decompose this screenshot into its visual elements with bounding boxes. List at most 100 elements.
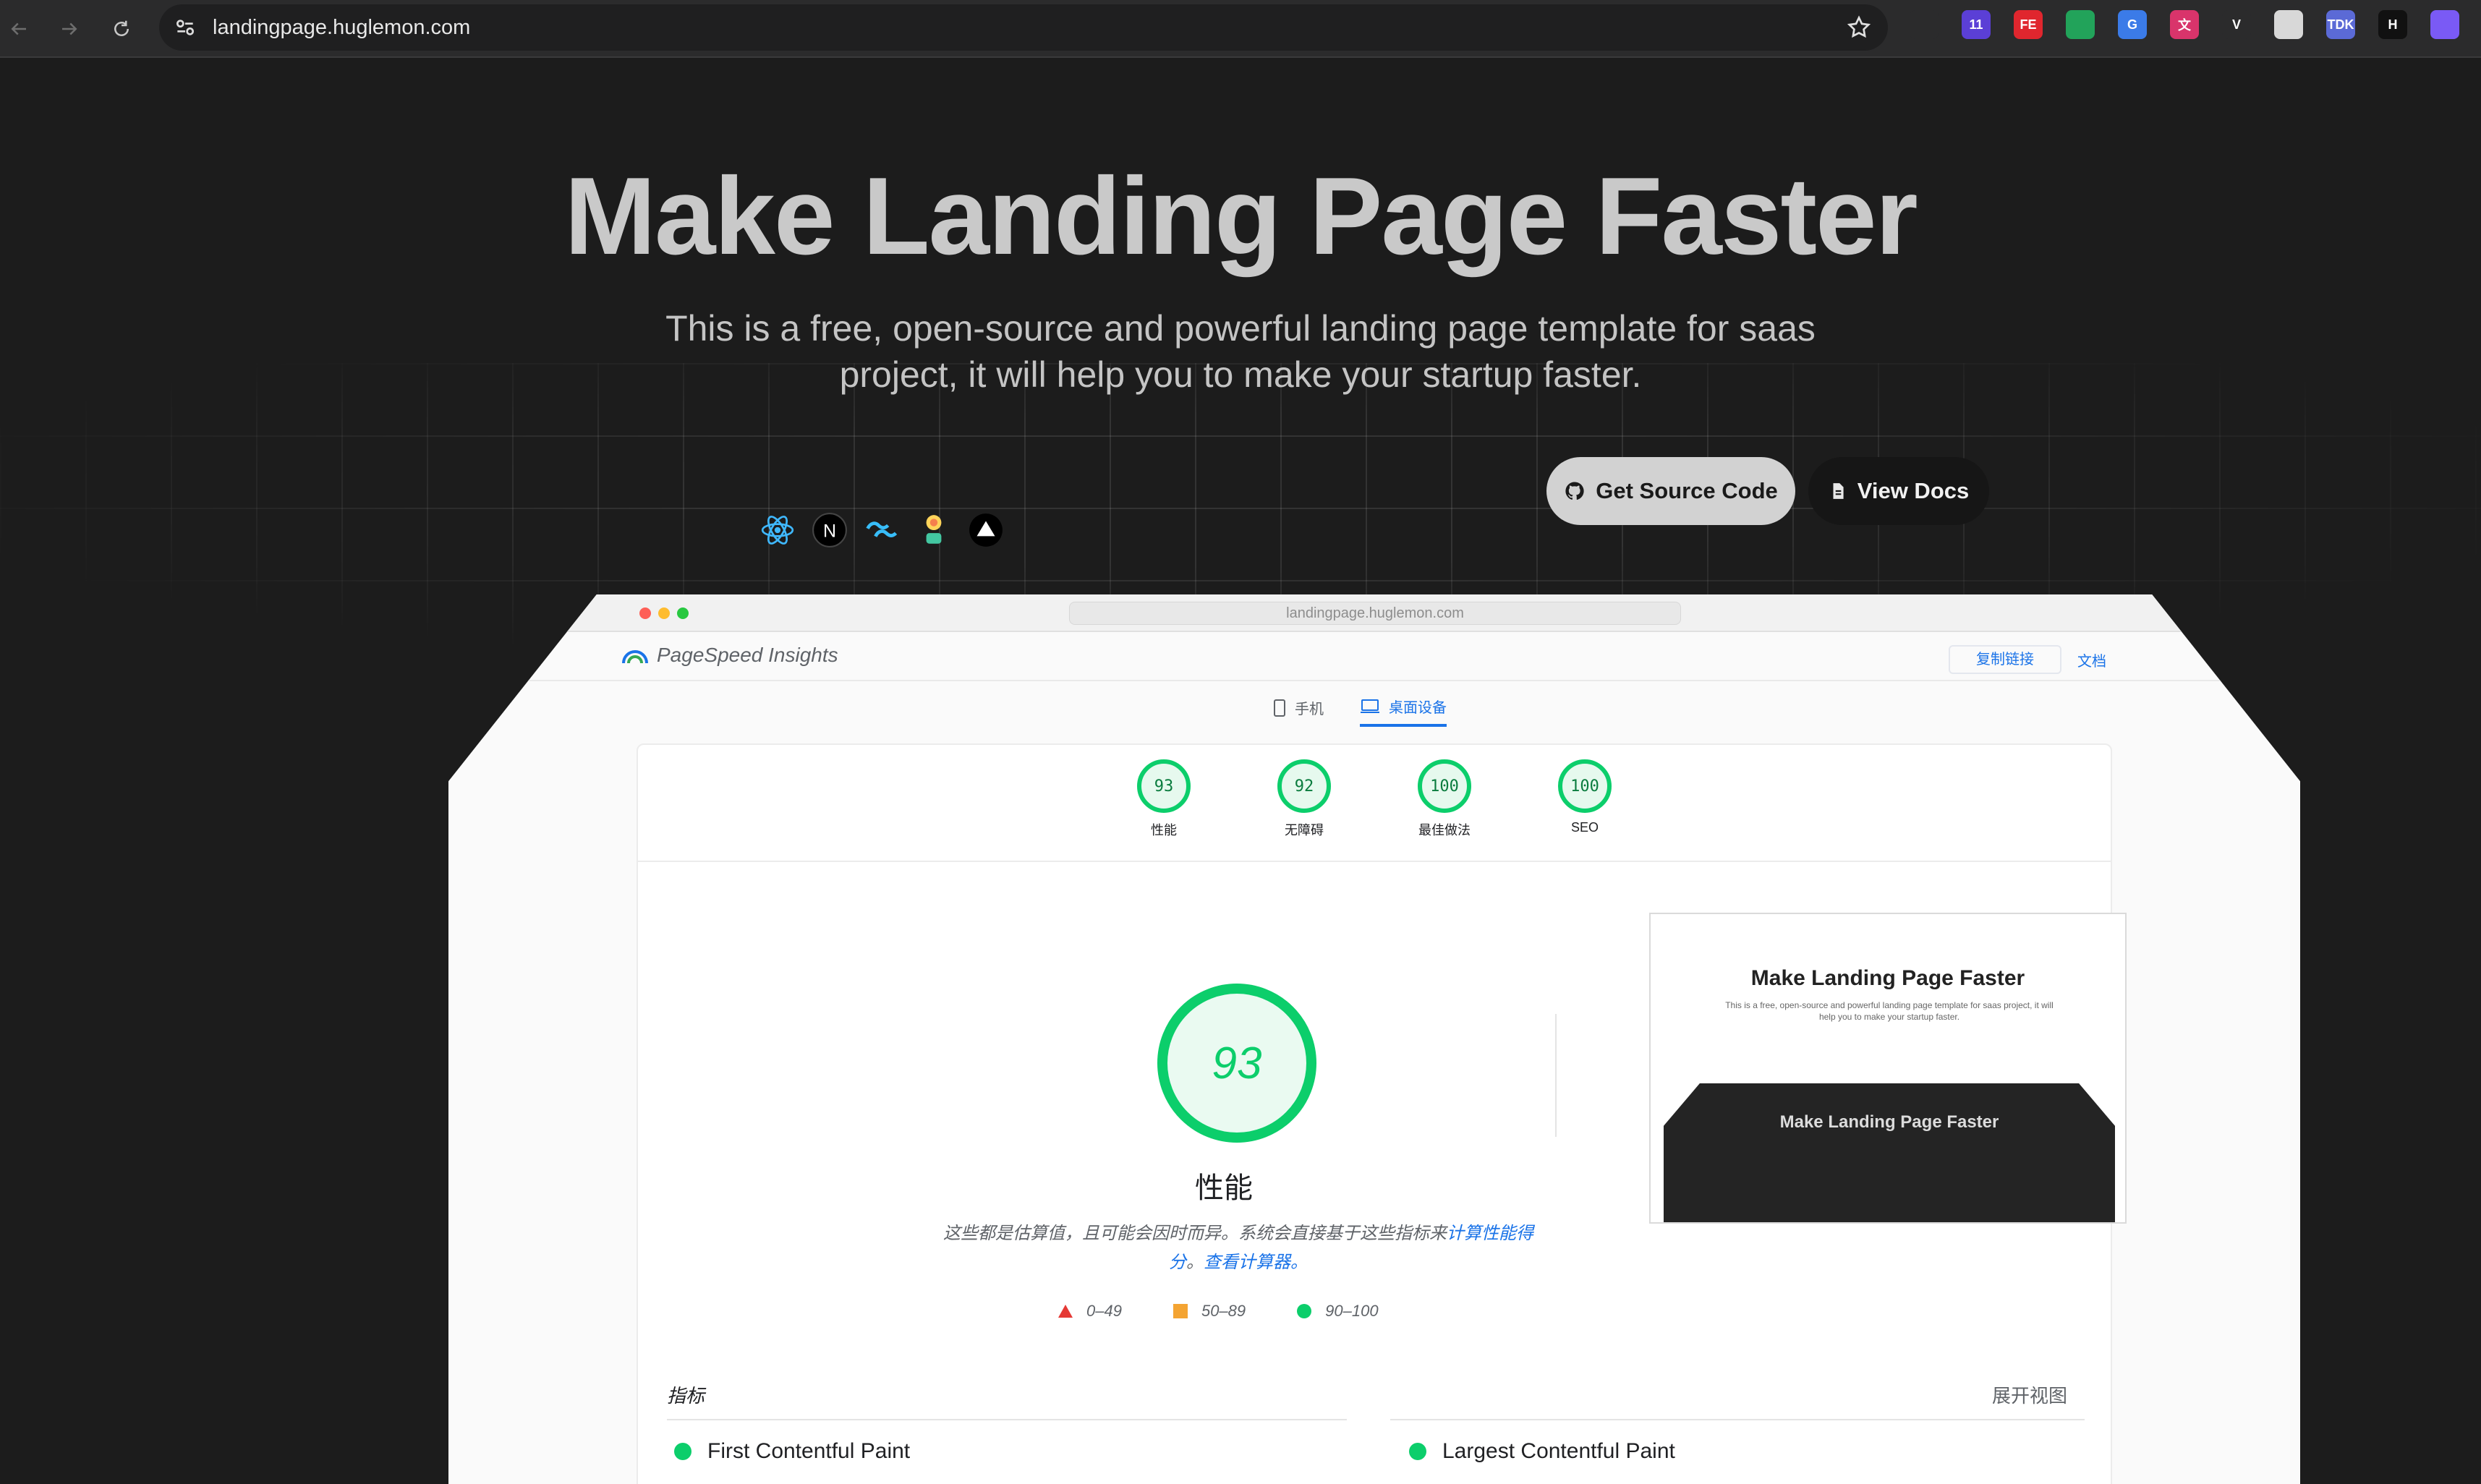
address-bar[interactable]: landingpage.huglemon.com (159, 4, 1888, 51)
forward-icon[interactable] (51, 10, 88, 48)
metric-value: 0.6 秒 (1442, 1475, 1531, 1484)
tab-desktop-label: 桌面设备 (1389, 700, 1447, 716)
thumbnail-subtitle: This is a free, open-source and powerful… (1725, 1000, 2054, 1022)
back-icon[interactable] (0, 10, 38, 48)
site-settings-icon[interactable] (174, 16, 197, 39)
hero-section: Make Landing Page Faster This is a free,… (0, 59, 2481, 1484)
mock-browser-bar: landingpage.huglemon.com (448, 594, 2300, 632)
vertical-divider (1555, 1014, 1557, 1137)
copy-link-button: 复制链接 (1949, 645, 2061, 674)
report-card: 93 性能 92 无障碍 100 最佳做法 100 SEO 93 性能 这些都是… (637, 743, 2127, 1484)
psi-header: PageSpeed Insights 复制链接 文档 (448, 632, 2300, 681)
badge-extension-icon[interactable]: 11 (1962, 10, 1991, 39)
tech-stack-icons: N (755, 508, 1008, 553)
metrics-header: 指标 展开视图 (638, 1374, 2111, 1417)
close-dot-icon (639, 607, 651, 619)
score-gauge: 93 性能 (1133, 759, 1194, 839)
get-source-code-label: Get Source Code (1596, 478, 1778, 503)
phone-icon (1274, 699, 1285, 717)
thumbnail-dark-title: Make Landing Page Faster (1779, 1112, 1999, 1132)
hero-subtitle: This is a free, open-source and powerful… (665, 308, 1816, 395)
tab-desktop: 桌面设备 (1360, 696, 1447, 727)
legend-fail: 0–49 (1057, 1302, 1122, 1321)
legend-pass: 90–100 (1296, 1302, 1379, 1321)
window-controls (639, 607, 689, 619)
orange-square-icon (1173, 1304, 1188, 1318)
expand-view-link: 展开视图 (1991, 1385, 2067, 1407)
tab-mobile: 手机 (1273, 696, 1324, 727)
metric-divider (667, 1419, 1347, 1420)
shadcn-icon (911, 508, 956, 553)
metric-divider (1390, 1419, 2085, 1420)
github-icon (1565, 482, 1584, 500)
metric-name: Largest Contentful Paint (1442, 1439, 1675, 1463)
laptop-icon (1361, 699, 1379, 713)
get-source-code-button[interactable]: Get Source Code (1546, 457, 1795, 525)
legend-pass-label: 90–100 (1325, 1302, 1379, 1320)
svg-text:N: N (823, 521, 836, 541)
color-wheel-extension-icon[interactable] (2066, 10, 2095, 39)
psi-logo: PageSpeed Insights (621, 644, 838, 667)
score-gauge: 100 SEO (1554, 759, 1615, 839)
legend-average: 50–89 (1173, 1302, 1246, 1321)
green-dot-icon (1409, 1443, 1426, 1460)
device-tabs: 手机 桌面设备 (1273, 696, 1447, 727)
performance-description: 这些都是估算值，且可能会因时而异。系统会直接基于这些指标来计算性能得分。查看计算… (935, 1219, 1542, 1277)
metric-fcp: First Contentful Paint (674, 1439, 910, 1464)
view-docs-label: View Docs (1857, 478, 1970, 503)
score-label: 性能 (1151, 823, 1177, 837)
extension-icon[interactable] (1910, 10, 1939, 39)
score-gauge: 100 最佳做法 (1414, 759, 1475, 839)
tailwind-icon (859, 508, 904, 553)
tab-mobile-label: 手机 (1295, 702, 1324, 717)
legend-average-label: 50–89 (1201, 1302, 1246, 1320)
translate-extension-icon[interactable]: G (2118, 10, 2147, 39)
thumbnail-title: Make Landing Page Faster (1750, 966, 2025, 990)
legend-fail-label: 0–49 (1086, 1302, 1122, 1320)
score-gauges: 93 性能 92 无障碍 100 最佳做法 100 SEO (638, 759, 2111, 839)
pagespeed-screenshot: landingpage.huglemon.com PageSpeed Insig… (448, 594, 2300, 1484)
mock-url-bar: landingpage.huglemon.com (1069, 602, 1681, 625)
green-circle-icon (1297, 1304, 1312, 1318)
docs-link: 文档 (2077, 654, 2106, 670)
maximize-dot-icon (677, 607, 689, 619)
performance-description-text: 这些都是估算值，且可能会因时而异。系统会直接基于这些指标来 (943, 1224, 1447, 1243)
v-extension-icon[interactable]: V (2222, 10, 2251, 39)
hero-title: Make Landing Page Faster (564, 155, 1918, 278)
thumbnail-dark-preview: Make Landing Page Faster (1664, 1083, 2115, 1222)
react-icon (755, 508, 800, 553)
red-triangle-icon (1058, 1305, 1073, 1318)
bookmark-star-icon[interactable] (1846, 14, 1872, 40)
score-value: 93 (1137, 759, 1191, 813)
score-value: 92 (1277, 759, 1331, 813)
fe-extension-icon[interactable]: FE (2014, 10, 2043, 39)
psi-app-name: PageSpeed Insights (657, 644, 838, 666)
metric-value: 0.2 秒 (707, 1475, 796, 1484)
url-text: landingpage.huglemon.com (213, 16, 471, 39)
document-icon (1833, 483, 1844, 499)
description-punctuation: 。 (1186, 1253, 1204, 1272)
browser-toolbar: landingpage.huglemon.com 11 FE G 文 V TDK H (0, 0, 2481, 58)
h-extension-icon[interactable]: H (2378, 10, 2407, 39)
view-calculator-link: 查看计算器。 (1204, 1253, 1308, 1272)
reload-icon[interactable] (103, 10, 140, 48)
score-label: 无障碍 (1285, 823, 1324, 837)
nextjs-icon: N (807, 508, 852, 553)
vercel-icon (963, 508, 1008, 553)
score-value: 100 (1418, 759, 1471, 813)
profile-extension-icon[interactable] (2274, 10, 2303, 39)
minimize-dot-icon (658, 607, 670, 619)
performance-gauge: 93 (1157, 984, 1316, 1143)
page-thumbnail: Make Landing Page Faster This is a free,… (1649, 913, 2127, 1224)
score-label: SEO (1570, 820, 1599, 835)
score-label: 最佳做法 (1418, 823, 1471, 837)
bookmark-extension-icon[interactable] (2430, 10, 2459, 39)
score-value: 100 (1558, 759, 1612, 813)
metrics-label: 指标 (667, 1385, 705, 1407)
view-docs-button[interactable]: View Docs (1808, 457, 1989, 525)
metric-name: First Contentful Paint (707, 1439, 911, 1463)
performance-title: 性能 (1195, 1172, 1253, 1204)
text-extension-icon[interactable]: 文 (2170, 10, 2199, 39)
tdk-extension-icon[interactable]: TDK (2326, 10, 2355, 39)
score-legend: 0–49 50–89 90–100 (1057, 1302, 1379, 1321)
